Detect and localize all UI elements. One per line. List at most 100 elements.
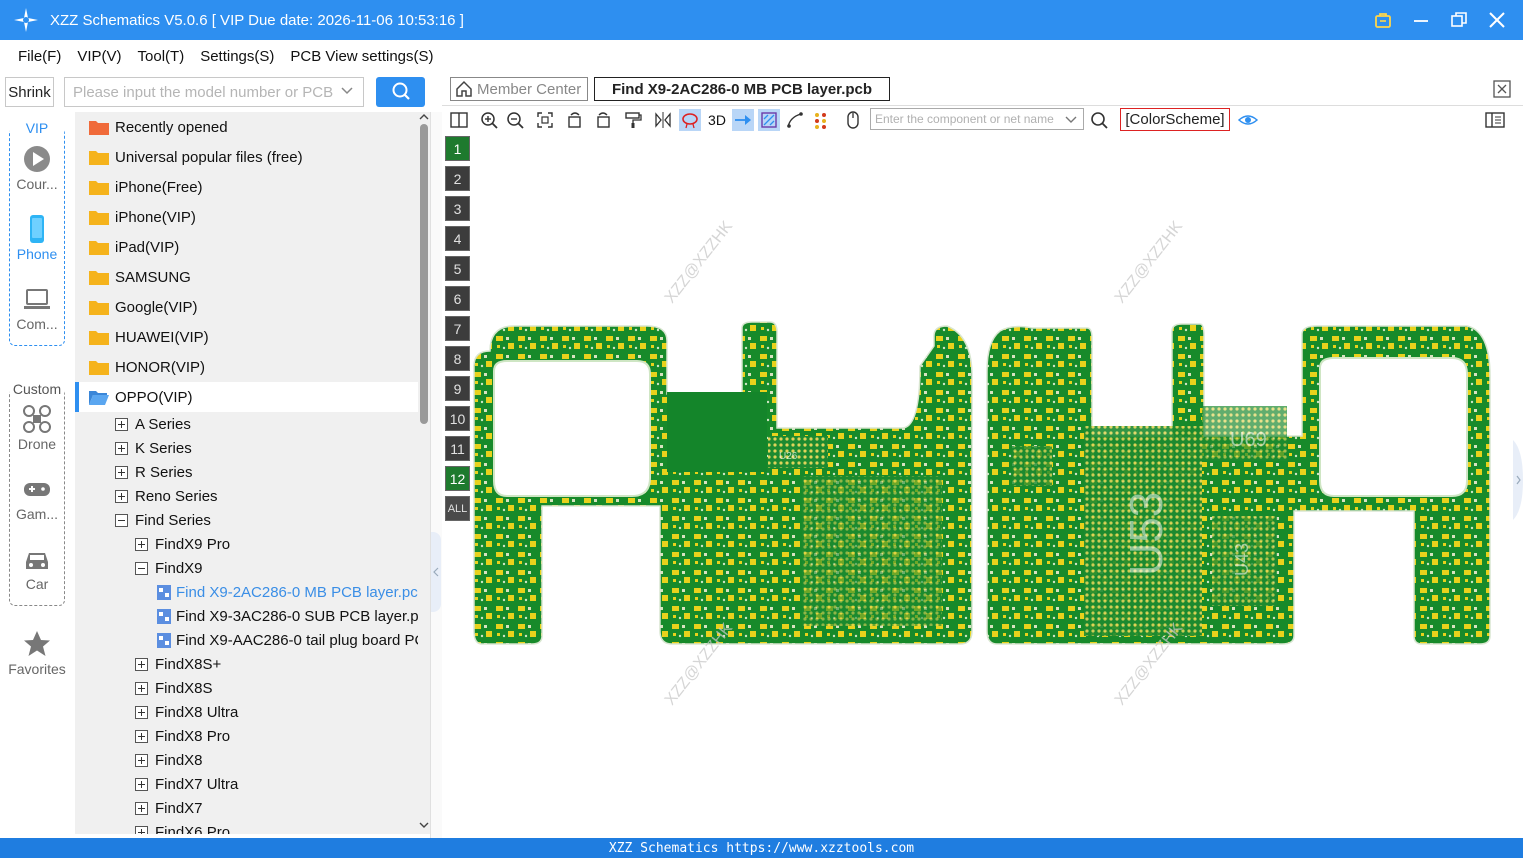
layer-button-1[interactable]: 1 [445, 136, 470, 161]
tree-file-active[interactable]: Find X9-2AC286-0 MB PCB layer.pcb [157, 580, 418, 604]
menu-vip[interactable]: VIP(V) [77, 48, 121, 65]
minimize-icon[interactable] [1409, 8, 1433, 32]
expand-icon[interactable] [135, 825, 148, 834]
pcb-board-left[interactable] [473, 321, 973, 645]
tree-model[interactable]: FindX8 [135, 748, 203, 772]
tree-scrollbar[interactable] [418, 112, 430, 834]
vip-bag-icon[interactable] [1371, 8, 1395, 32]
close-tab-icon[interactable] [1493, 80, 1511, 98]
layer-button-11[interactable]: 11 [445, 436, 470, 461]
expand-panel-handle[interactable] [1513, 440, 1523, 520]
tree-model[interactable]: FindX8S+ [135, 652, 221, 676]
menu-pcb-view-settings[interactable]: PCB View settings(S) [290, 48, 433, 65]
pcb-board-right[interactable] [986, 323, 1491, 645]
pcb-canvas[interactable]: U69 U53 U43 U26 XZZ@XZZHK XZZ@XZZHK XZZ@… [472, 136, 1512, 836]
pad-dots-icon[interactable] [810, 109, 832, 131]
tree-series[interactable]: K Series [115, 436, 192, 460]
panel-splitter[interactable] [430, 112, 442, 838]
tree-model[interactable]: FindX8 Ultra [135, 700, 238, 724]
rotate-left-icon[interactable] [564, 109, 586, 131]
rail-item-car[interactable]: Car [0, 544, 74, 592]
tree-file[interactable]: Find X9-AAC286-0 tail plug board PCB [157, 628, 418, 652]
expand-icon[interactable] [115, 489, 128, 503]
tree-folder[interactable]: Google(VIP) [75, 292, 418, 322]
side-panel-icon[interactable] [1484, 109, 1506, 131]
tree-model[interactable]: FindX9 [135, 556, 203, 580]
tree-model[interactable]: FindX6 Pro [135, 820, 230, 834]
zoom-out-icon[interactable] [504, 109, 526, 131]
tree-folder-selected[interactable]: OPPO(VIP) [75, 382, 418, 412]
component-search-input[interactable] [870, 108, 1084, 130]
board-outline-icon[interactable] [758, 109, 780, 131]
tree-model[interactable]: FindX7 [135, 796, 203, 820]
scroll-up-icon[interactable] [419, 112, 429, 122]
tree-model[interactable]: FindX8S [135, 676, 213, 700]
rail-item-game[interactable]: Gam... [0, 474, 74, 522]
layer-button-10[interactable]: 10 [445, 406, 470, 431]
menu-file[interactable]: File(F) [18, 48, 61, 65]
rail-item-computer[interactable]: Com... [0, 284, 74, 332]
tree-series[interactable]: R Series [115, 460, 193, 484]
rotate-right-icon[interactable] [592, 109, 614, 131]
layer-button-7[interactable]: 7 [445, 316, 470, 341]
pin-arrow-icon[interactable] [732, 109, 754, 131]
tree-folder[interactable]: iPhone(VIP) [75, 202, 418, 232]
tree-model[interactable]: FindX8 Pro [135, 724, 230, 748]
expand-icon[interactable] [135, 657, 148, 671]
layer-button-5[interactable]: 5 [445, 256, 470, 281]
eye-icon[interactable] [1237, 109, 1259, 131]
view-3d-button[interactable]: 3D [704, 109, 730, 131]
tree-folder[interactable]: iPhone(Free) [75, 172, 418, 202]
scroll-down-icon[interactable] [419, 820, 429, 830]
tab-active-pcb[interactable]: Find X9-2AC286-0 MB PCB layer.pcb [594, 77, 890, 101]
rail-item-phone[interactable]: Phone [0, 214, 74, 262]
tree-scroll-thumb[interactable] [420, 124, 428, 424]
layer-button-6[interactable]: 6 [445, 286, 470, 311]
tree-model[interactable]: FindX7 Ultra [135, 772, 238, 796]
expand-icon[interactable] [115, 417, 128, 431]
mouse-icon[interactable] [842, 109, 864, 131]
tree-folder[interactable]: HUAWEI(VIP) [75, 322, 418, 352]
tree-folder[interactable]: iPad(VIP) [75, 232, 418, 262]
rail-item-drone[interactable]: Drone [0, 404, 74, 452]
fit-view-icon[interactable] [534, 109, 556, 131]
tree-model[interactable]: FindX9 Pro [135, 532, 230, 556]
tree-series[interactable]: A Series [115, 412, 191, 436]
paint-roller-icon[interactable] [622, 109, 644, 131]
layer-button-all[interactable]: ALL [445, 496, 470, 521]
tab-member-center[interactable]: Member Center [450, 77, 588, 101]
split-view-icon[interactable] [448, 109, 470, 131]
expand-icon[interactable] [135, 705, 148, 719]
mirror-icon[interactable] [652, 109, 674, 131]
expand-icon[interactable] [115, 465, 128, 479]
layer-button-8[interactable]: 8 [445, 346, 470, 371]
tree-folder[interactable]: Universal popular files (free) [75, 142, 418, 172]
collapse-icon[interactable] [115, 513, 128, 527]
layer-button-3[interactable]: 3 [445, 196, 470, 221]
color-scheme-button[interactable]: [ColorScheme] [1120, 108, 1230, 131]
trace-tool-icon[interactable] [784, 109, 806, 131]
tree-series[interactable]: Reno Series [115, 484, 218, 508]
menu-settings[interactable]: Settings(S) [200, 48, 274, 65]
tree-file[interactable]: Find X9-3AC286-0 SUB PCB layer.pcb [157, 604, 418, 628]
expand-icon[interactable] [135, 777, 148, 791]
menu-tool[interactable]: Tool(T) [138, 48, 185, 65]
expand-icon[interactable] [135, 753, 148, 767]
collapse-icon[interactable] [135, 561, 148, 575]
shrink-button[interactable]: Shrink [5, 77, 54, 107]
tree-folder[interactable]: SAMSUNG [75, 262, 418, 292]
restore-icon[interactable] [1447, 8, 1471, 32]
layer-button-4[interactable]: 4 [445, 226, 470, 251]
collapse-panel-handle[interactable] [431, 532, 441, 612]
rail-item-courses[interactable]: Cour... [0, 144, 74, 192]
layer-button-9[interactable]: 9 [445, 376, 470, 401]
tree-series[interactable]: Find Series [115, 508, 211, 532]
net-highlight-icon[interactable] [679, 109, 701, 131]
model-search-input[interactable] [64, 77, 364, 107]
expand-icon[interactable] [115, 441, 128, 455]
expand-icon[interactable] [135, 729, 148, 743]
rail-item-favorites[interactable]: Favorites [0, 629, 74, 677]
component-search-icon[interactable] [1088, 109, 1110, 131]
layer-button-2[interactable]: 2 [445, 166, 470, 191]
expand-icon[interactable] [135, 537, 148, 551]
